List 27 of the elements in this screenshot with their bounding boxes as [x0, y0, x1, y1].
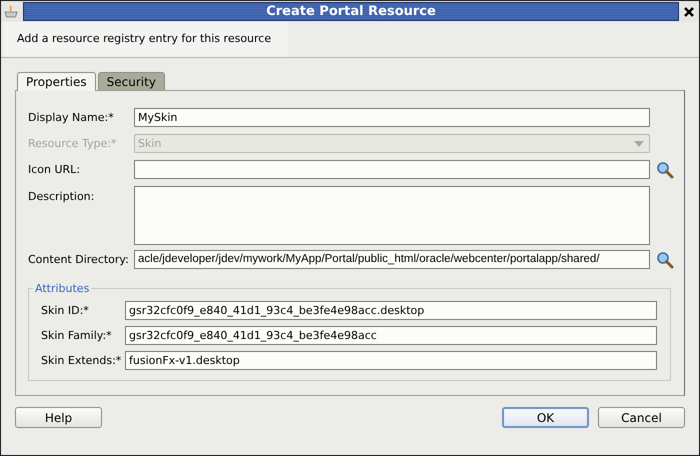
- cup-icon: [3, 4, 19, 20]
- field-label: Resource Type:*: [28, 137, 118, 150]
- group-title: Attributes: [34, 282, 90, 295]
- field-label: Description:: [28, 190, 96, 203]
- tab[interactable]: Security: [98, 72, 165, 90]
- dialog-button[interactable]: Cancel: [598, 407, 685, 428]
- input-field[interactable]: gsr32cfc0f9_e840_41d1_93c4_be3fe4e98acc.desktop: [125, 301, 657, 320]
- field-label: Skin ID:*: [41, 304, 90, 317]
- input-field[interactable]: [134, 160, 650, 179]
- window-title: Create Portal Resource: [23, 2, 679, 21]
- field-label: Display Name:*: [28, 111, 115, 124]
- caret-icon: [634, 140, 644, 146]
- input-field[interactable]: fusionFx-v1.desktop: [125, 351, 657, 370]
- field-label: Content Directory:: [28, 253, 130, 266]
- description-text: Add a resource registry entry for this resource: [4, 22, 288, 57]
- tab[interactable]: Properties: [17, 72, 96, 91]
- input-field[interactable]: MySkin: [134, 108, 650, 127]
- field-label: Icon URL:: [28, 163, 82, 176]
- dialog-button[interactable]: Help: [15, 407, 102, 428]
- text-area[interactable]: [134, 186, 650, 245]
- dialog-button[interactable]: OK: [502, 407, 589, 428]
- input-field[interactable]: acle/jdeveloper/jdev/mywork/MyApp/Portal/public_html/oracle/webcenter/portalapp/shared/: [134, 250, 650, 269]
- input-field[interactable]: gsr32cfc0f9_e840_41d1_93c4_be3fe4e98acc: [125, 326, 657, 345]
- search-icon[interactable]: [656, 250, 674, 268]
- search-icon[interactable]: [656, 160, 674, 178]
- field-label: Skin Extends:*: [41, 354, 122, 367]
- field-label: Skin Family:*: [41, 329, 113, 342]
